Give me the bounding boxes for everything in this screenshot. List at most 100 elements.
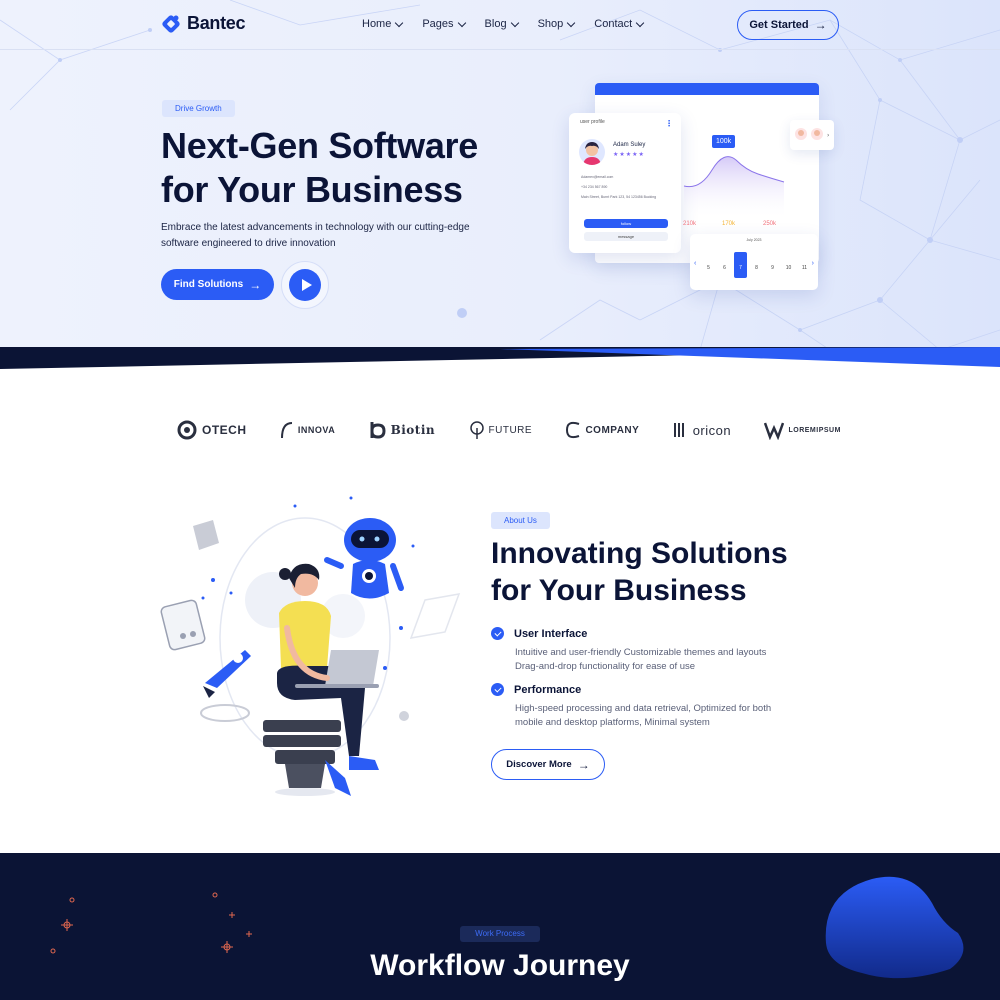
brand-logo[interactable]: Bantec [161,13,246,34]
calendar-day[interactable]: 9 [766,256,779,278]
feature-heading: User Interface [491,627,791,640]
play-video-button[interactable] [289,269,321,301]
workflow-title: Workflow Journey [370,949,630,982]
feature-user-interface: User Interface Intuitive and user-friend… [491,627,791,674]
check-circle-icon [491,627,504,640]
nav-label: Shop [537,18,564,30]
calendar-day[interactable]: 11 [798,256,811,278]
calendar-days: 5 6 7 8 9 10 11 [702,252,811,278]
partner-name: INNOVA [297,425,336,435]
main-menu: Home Pages Blog Shop Contact [362,18,645,30]
loremipsum-logo-icon [764,422,785,440]
profile-email: Adamex@email.com [581,175,614,179]
innova-logo-icon [280,422,292,439]
calendar-day[interactable]: 10 [782,256,795,278]
nav-item-pages[interactable]: Pages [422,18,466,30]
profile-card-title: user profile [580,119,605,125]
find-solutions-label: Find Solutions [173,279,244,290]
chart-tooltip-value: 100k [712,135,736,148]
more-options-icon: ⋮ [665,119,673,128]
calendar-day[interactable]: 6 [718,256,731,278]
area-chart [683,156,785,220]
workflow-tag: Work Process [460,926,540,942]
partner-name: OTECH [202,423,247,437]
about-title-line2: for Your Business [491,574,747,607]
svg-text:›: › [827,132,829,139]
chevron-down-icon [635,18,645,27]
calendar-day[interactable]: 8 [750,256,763,278]
calendar-day[interactable]: 5 [702,256,715,278]
chevron-right-icon[interactable]: › [812,260,814,267]
follow-button[interactable]: follow [584,219,668,228]
rating-stars: ★★★★★ [613,152,645,158]
chevron-down-icon [510,18,519,27]
chevron-left-icon[interactable]: ‹ [694,260,696,267]
partner-logo: Biotin [369,420,436,440]
discover-more-button[interactable]: Discover More → [491,749,605,780]
otech-logo-icon [177,420,197,440]
nav-item-home[interactable]: Home [362,18,404,30]
hero-subtitle: Embrace the latest advancements in techn… [161,222,470,249]
logo-icon [162,14,180,33]
find-solutions-button[interactable]: Find Solutions → [161,269,274,300]
check-circle-icon [491,683,504,696]
section-divider [0,347,1000,369]
hero-title-line2: for Your Business [161,169,463,210]
nav-label: Home [362,18,392,30]
get-started-button[interactable]: Get Started → [737,10,839,40]
oricon-logo-icon [673,423,684,437]
partner-logo: LOREMIPSUM [764,420,840,440]
nav-item-shop[interactable]: Shop [537,18,576,30]
about-illustration [160,496,461,796]
arrow-right-icon: → [577,757,590,772]
nav-item-blog[interactable]: Blog [484,18,519,30]
discover-more-label: Discover More [506,759,572,770]
partner-name: Biotin [390,423,436,437]
company-logo-icon [566,421,580,439]
hero-title-line1: Next-Gen Software [161,125,478,166]
partner-name: FUTURE [488,424,533,436]
hero-tag: Drive Growth [162,100,235,117]
chevron-down-icon [395,18,404,27]
partner-name: COMPANY [585,424,640,436]
message-button[interactable]: message [584,232,668,241]
play-icon [301,279,312,291]
workflow-section: Work Process Workflow Journey [0,853,1000,1000]
chevron-down-icon [457,18,466,27]
nav-label: Contact [594,18,633,30]
stat-value: 210k [683,221,697,227]
partner-logo: FUTURE [469,420,533,440]
nav-item-contact[interactable]: Contact [594,18,645,30]
feature-description: High-speed processing and data retrieval… [515,703,772,728]
hero-section: Bantec Home Pages Blog Shop Contact Get … [0,0,1000,350]
get-started-label: Get Started [749,19,809,31]
about-title: Innovating Solutions for Your Business [491,535,851,609]
feature-heading: Performance [491,683,791,696]
users-card: › [790,120,834,150]
partner-logos: OTECH INNOVA Biotin FUTURE COMPANY orico… [176,418,841,442]
profile-phone: +34 234 567 890 [581,185,608,189]
partner-logo: INNOVA [280,420,335,440]
calendar-widget: July 2023 ‹ › 5 6 7 8 9 10 11 [690,234,818,290]
nav-label: Blog [484,18,507,30]
arrow-right-icon: → [249,277,262,292]
avatar [579,139,605,165]
user-profile-card: user profile ⋮ Adam Suley ★★★★★ Adamex@e… [569,113,681,253]
about-title-line1: Innovating Solutions [491,537,788,570]
hero-title: Next-Gen Software for Your Business [161,124,561,212]
nav-label: Pages [422,18,454,30]
arrow-right-icon: → [814,18,827,32]
partner-logo: oricon [673,420,731,440]
brand-name: Bantec [187,13,246,33]
calendar-day-selected[interactable]: 7 [734,252,747,278]
future-logo-icon [469,421,484,439]
stat-value: 170k [722,221,736,227]
biotin-logo-icon [370,422,386,439]
feature-performance: Performance High-speed processing and da… [491,683,791,730]
about-tag: About Us [491,512,550,529]
partner-logo: COMPANY [565,420,639,440]
calendar-month: July 2023 [746,238,762,242]
partner-name: LOREMIPSUM [788,426,841,434]
partner-logo: OTECH [176,419,247,441]
feature-title: Performance [514,683,582,696]
